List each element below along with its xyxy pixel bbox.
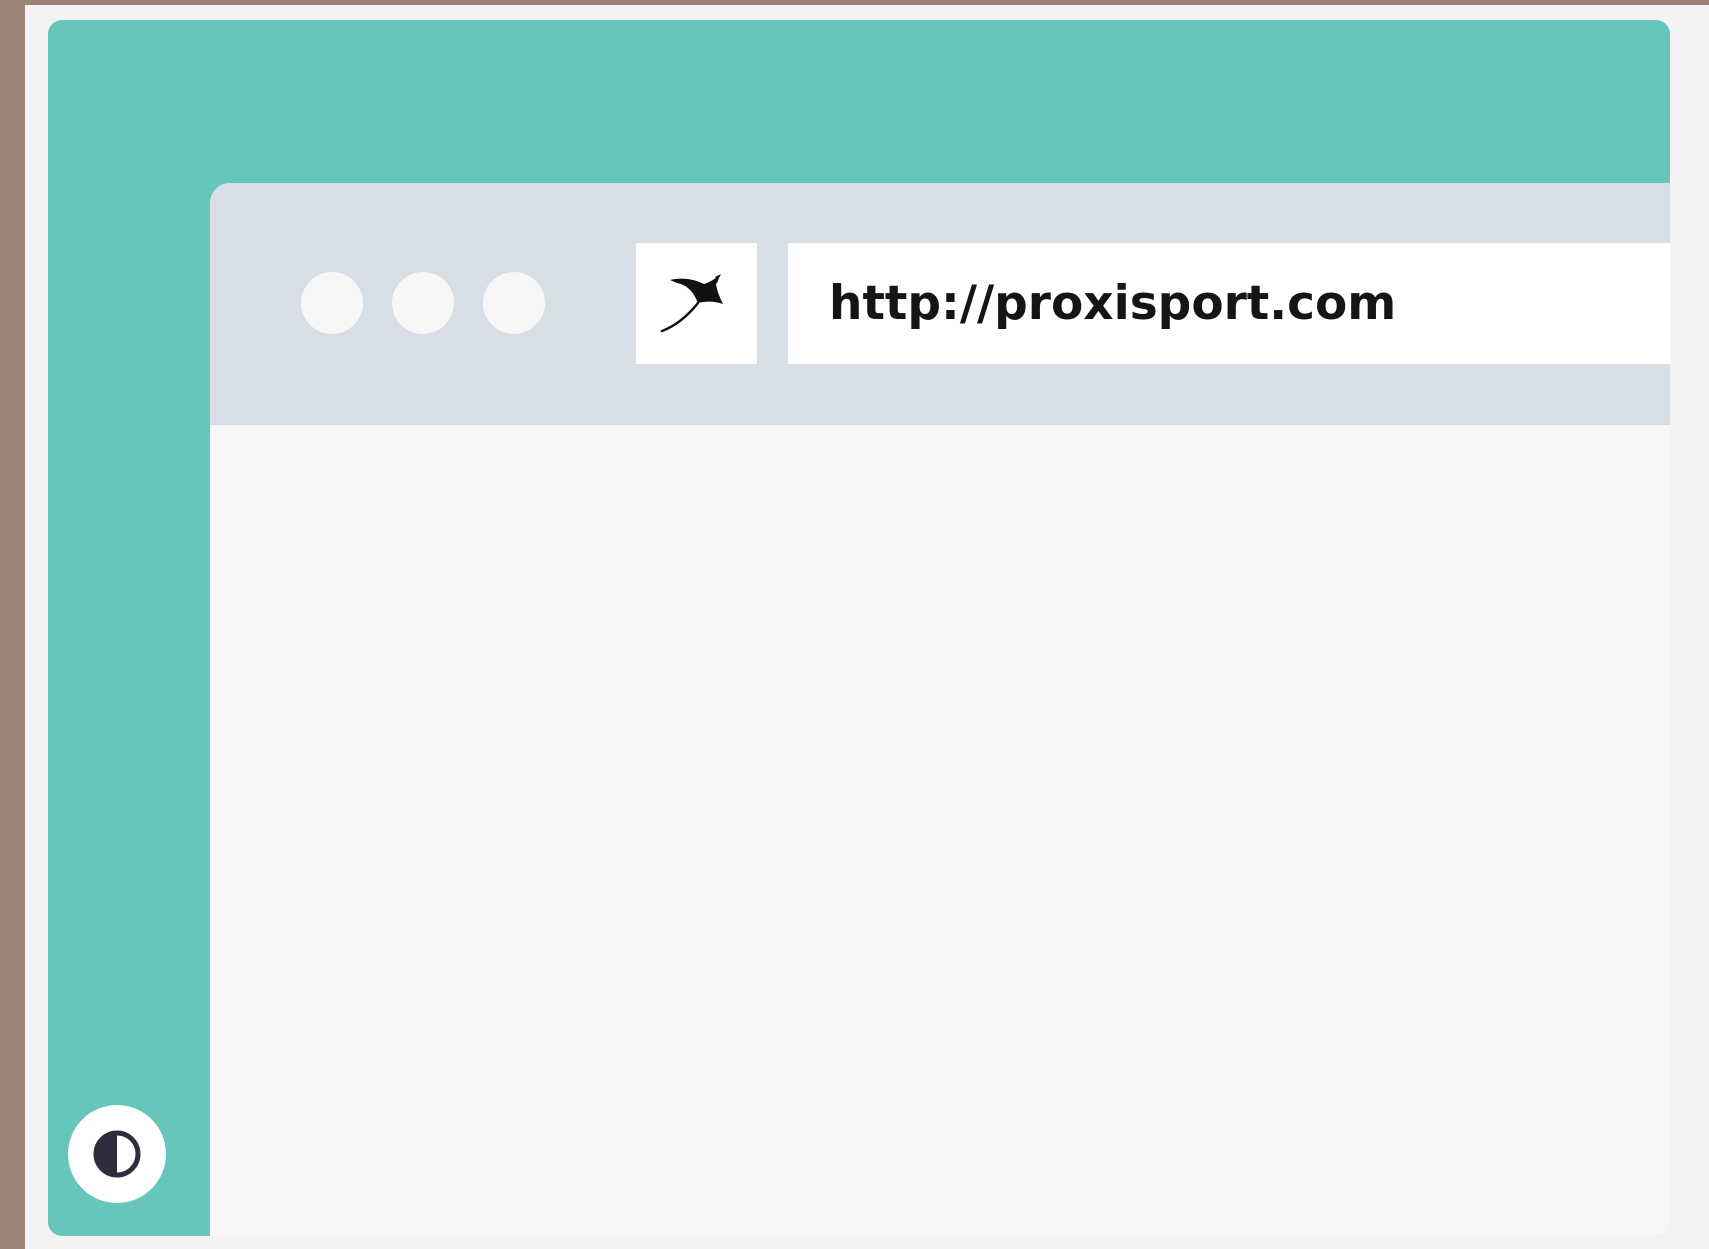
window-control-dot[interactable] [301, 272, 363, 334]
contrast-toggle-button[interactable] [68, 1105, 166, 1203]
browser-window-mockup: http://proxisport.com [210, 183, 1670, 1236]
site-favicon [636, 243, 757, 364]
browser-toolbar: http://proxisport.com [210, 183, 1670, 425]
manta-ray-logo-icon [660, 274, 723, 333]
window-control-dot[interactable] [392, 272, 454, 334]
teal-background-panel: http://proxisport.com [48, 20, 1670, 1236]
window-control-dot[interactable] [483, 272, 545, 334]
contrast-icon [93, 1130, 141, 1178]
url-text: http://proxisport.com [829, 276, 1397, 331]
address-bar[interactable]: http://proxisport.com [788, 243, 1670, 364]
